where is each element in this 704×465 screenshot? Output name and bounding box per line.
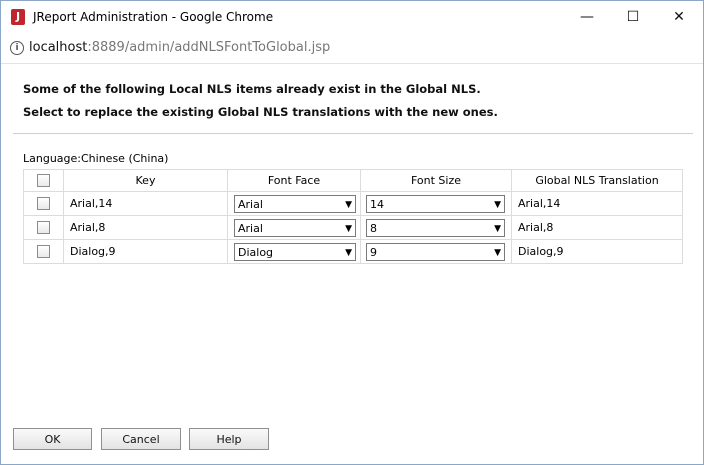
font-size-value: 8	[370, 221, 377, 235]
dropdown-arrow-icon: ▼	[494, 247, 501, 258]
font-face-cell: Dialog ▼	[227, 239, 361, 264]
key-cell: Dialog,9	[63, 239, 228, 264]
header-font-size: Font Size	[360, 169, 512, 192]
font-face-select[interactable]: Arial ▼	[234, 194, 356, 213]
nls-table: Key Font Face Font Size Global NLS Trans…	[23, 169, 683, 264]
font-face-select[interactable]: Dialog ▼	[234, 242, 356, 261]
close-button[interactable]: ✕	[656, 1, 702, 33]
title-bar: J JReport Administration - Google Chrome…	[1, 1, 703, 33]
font-size-combobox[interactable]: 8 ▼	[366, 218, 505, 237]
url-path: :8889/admin/addNLSFontToGlobal.jsp	[87, 40, 331, 55]
header-global-translation: Global NLS Translation	[511, 169, 683, 192]
table-row: Dialog,9 Dialog ▼ 9 ▼ Dialog,9	[23, 239, 683, 264]
header-font-face: Font Face	[227, 169, 361, 192]
global-translation-cell: Dialog,9	[511, 239, 683, 264]
table-row: Arial,14 Arial ▼ 14 ▼ Arial,14	[23, 191, 683, 216]
font-face-cell: Arial ▼	[227, 215, 361, 240]
url-host: localhost	[29, 40, 88, 55]
row-checkbox-cell	[23, 239, 64, 264]
font-face-select[interactable]: Arial ▼	[234, 218, 356, 237]
font-face-value: Arial	[238, 221, 263, 235]
cancel-button[interactable]: Cancel	[101, 428, 181, 450]
key-cell: Arial,14	[63, 191, 228, 216]
info-icon[interactable]: i	[10, 41, 24, 55]
ok-button[interactable]: OK	[13, 428, 92, 450]
dropdown-arrow-icon: ▼	[345, 247, 352, 258]
font-size-cell: 9 ▼	[360, 239, 512, 264]
dropdown-arrow-icon: ▼	[345, 223, 352, 234]
dropdown-arrow-icon: ▼	[345, 199, 352, 210]
key-cell: Arial,8	[63, 215, 228, 240]
font-size-cell: 8 ▼	[360, 215, 512, 240]
table-header-row: Key Font Face Font Size Global NLS Trans…	[23, 169, 683, 192]
help-button[interactable]: Help	[189, 428, 269, 450]
address-bar[interactable]: i localhost:8889/admin/addNLSFontToGloba…	[1, 33, 703, 64]
global-translation-cell: Arial,14	[511, 191, 683, 216]
row-checkbox[interactable]	[37, 221, 50, 235]
row-checkbox-cell	[23, 215, 64, 240]
minimize-button[interactable]: —	[564, 1, 610, 33]
divider	[13, 133, 693, 134]
font-size-combobox[interactable]: 14 ▼	[366, 194, 505, 213]
row-checkbox-cell	[23, 191, 64, 216]
dropdown-arrow-icon: ▼	[494, 223, 501, 234]
select-all-cell	[23, 169, 64, 192]
page-content: Some of the following Local NLS items al…	[1, 64, 703, 464]
language-label-text: Language:	[23, 152, 81, 165]
row-checkbox[interactable]	[37, 245, 50, 259]
window-title: JReport Administration - Google Chrome	[33, 10, 274, 24]
language-value: Chinese (China)	[81, 152, 169, 165]
font-size-value: 9	[370, 245, 377, 259]
header-key: Key	[63, 169, 228, 192]
font-size-cell: 14 ▼	[360, 191, 512, 216]
font-size-value: 14	[370, 197, 384, 211]
global-translation-cell: Arial,8	[511, 215, 683, 240]
message-line-2: Select to replace the existing Global NL…	[23, 105, 498, 119]
url-text[interactable]: localhost:8889/admin/addNLSFontToGlobal.…	[29, 40, 330, 55]
font-size-combobox[interactable]: 9 ▼	[366, 242, 505, 261]
row-checkbox[interactable]	[37, 197, 50, 211]
font-face-value: Dialog	[238, 245, 274, 259]
dropdown-arrow-icon: ▼	[494, 199, 501, 210]
font-face-value: Arial	[238, 197, 263, 211]
select-all-checkbox[interactable]	[37, 174, 50, 188]
font-face-cell: Arial ▼	[227, 191, 361, 216]
browser-window: J JReport Administration - Google Chrome…	[0, 0, 704, 465]
message-line-1: Some of the following Local NLS items al…	[23, 82, 481, 96]
table-row: Arial,8 Arial ▼ 8 ▼ Arial,8	[23, 215, 683, 240]
jreport-app-icon: J	[11, 9, 25, 25]
language-label: Language:Chinese (China)	[23, 152, 168, 165]
maximize-button[interactable]: ☐	[610, 1, 656, 33]
